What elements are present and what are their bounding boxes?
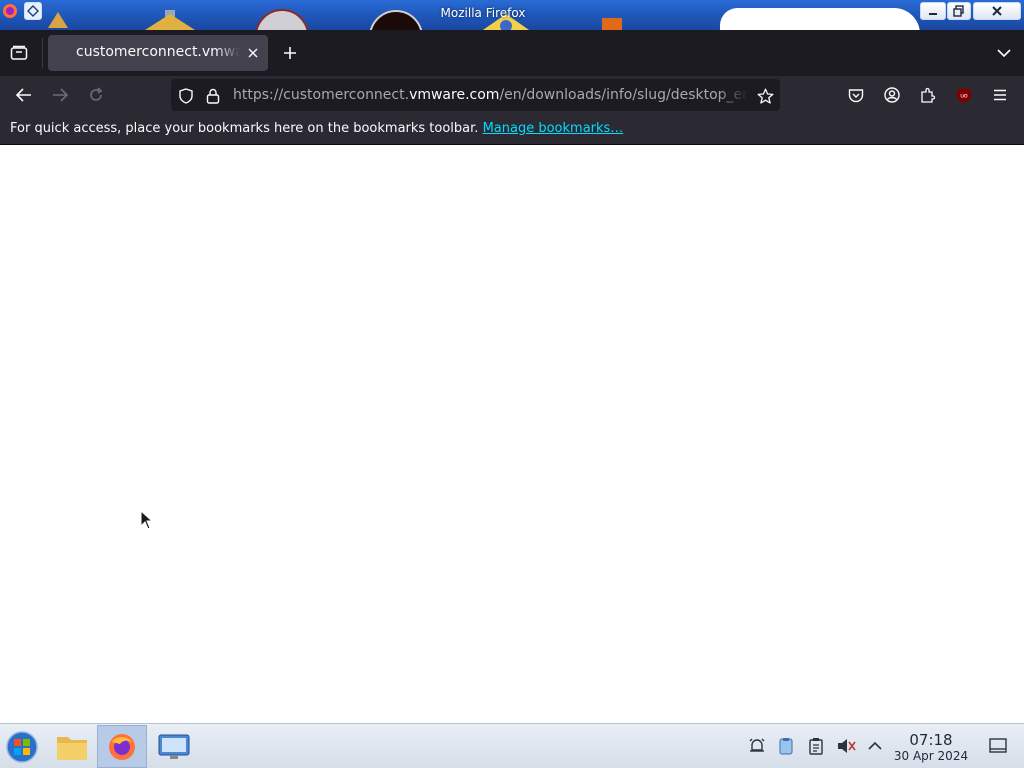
clipboard-tray-button[interactable] — [806, 736, 826, 756]
page-content — [0, 145, 1024, 723]
forward-button[interactable] — [48, 84, 72, 106]
firefox-icon — [109, 733, 135, 760]
url-scheme-subdomain: https://customerconnect. — [233, 87, 410, 103]
lock-icon — [206, 88, 220, 104]
bookmarks-toolbar: For quick access, place your bookmarks h… — [0, 114, 1024, 145]
mouse-cursor-icon — [140, 510, 154, 530]
maximize-button[interactable] — [947, 2, 971, 20]
notifications-tray-button[interactable] — [747, 736, 767, 756]
tab-separator — [42, 38, 43, 68]
taskbar-file-manager[interactable] — [47, 725, 97, 768]
chevron-up-icon — [868, 741, 882, 750]
restore-icon — [953, 5, 964, 17]
firefox-view-icon — [10, 45, 28, 60]
back-button[interactable] — [12, 84, 36, 106]
url-host: vmware.com — [409, 87, 500, 103]
pocket-button[interactable] — [845, 84, 867, 106]
reload-button[interactable] — [84, 84, 108, 106]
url-path: /en/downloads/info/slug/desktop_end_user… — [499, 87, 748, 103]
hamburger-menu-icon — [994, 89, 1006, 101]
desktop-icon — [989, 738, 1007, 753]
volume-tray-button[interactable] — [836, 736, 856, 756]
pocket-icon — [848, 88, 864, 102]
clipboard-package-icon — [779, 738, 793, 755]
star-icon — [757, 88, 773, 104]
window-title: Mozilla Firefox — [440, 6, 526, 20]
reload-icon — [90, 87, 103, 101]
speaker-muted-icon — [838, 739, 856, 753]
show-hidden-icons-button[interactable] — [865, 736, 885, 756]
folder-icon — [57, 736, 87, 760]
minimize-icon — [929, 13, 937, 15]
bookmarks-hint-text: For quick access, place your bookmarks h… — [10, 121, 479, 136]
tab-title: customerconnect.vmware.com/en/downloads/… — [76, 44, 240, 60]
taskbar-firefox[interactable] — [97, 725, 147, 768]
clipboard-icon — [809, 738, 823, 755]
new-tab-button[interactable] — [278, 42, 302, 64]
tab-strip: customerconnect.vmware.com/en/downloads/… — [0, 30, 1024, 76]
account-button[interactable] — [881, 84, 903, 106]
taskbar: 07:18 30 Apr 2024 — [0, 723, 1024, 768]
show-desktop-button[interactable] — [988, 736, 1008, 756]
window-titlebar: Mozilla Firefox — [0, 0, 1024, 30]
taskbar-clock[interactable]: 07:18 30 Apr 2024 — [888, 731, 974, 764]
site-security-button[interactable] — [204, 87, 222, 105]
app-menu-button[interactable] — [989, 84, 1011, 106]
svg-text:uo: uo — [960, 92, 968, 99]
updater-tray-button[interactable] — [776, 736, 796, 756]
close-icon — [992, 6, 1002, 16]
arrow-left-icon — [16, 88, 31, 102]
ublock-shield-icon: uo — [957, 87, 971, 103]
alarm-bell-icon — [749, 738, 765, 752]
account-icon — [884, 87, 900, 103]
manage-bookmarks-link[interactable]: Manage bookmarks… — [483, 121, 624, 136]
arrow-right-icon — [53, 88, 68, 102]
close-icon — [248, 48, 258, 58]
clock-time: 07:18 — [909, 731, 953, 749]
plus-icon — [284, 47, 296, 59]
puzzle-icon — [921, 87, 936, 103]
close-tab-button[interactable] — [244, 44, 262, 62]
bookmarks-empty-message: For quick access, place your bookmarks h… — [10, 121, 623, 136]
start-menu-button[interactable] — [0, 725, 44, 768]
tracking-protection-button[interactable] — [177, 87, 195, 105]
url-bar[interactable]: https://customerconnect.vmware.com/en/do… — [171, 79, 780, 111]
taskbar-system-settings[interactable] — [149, 725, 199, 768]
clock-date: 30 Apr 2024 — [893, 749, 969, 763]
chevron-down-icon — [997, 49, 1011, 58]
tab-customerconnect[interactable]: customerconnect.vmware.com/en/downloads/… — [48, 35, 268, 71]
minimize-button[interactable] — [920, 2, 946, 20]
extensions-button[interactable] — [917, 84, 939, 106]
close-window-button[interactable] — [973, 2, 1021, 20]
navigation-toolbar: https://customerconnect.vmware.com/en/do… — [0, 76, 1024, 114]
settings-monitor-icon — [158, 734, 190, 759]
ublock-origin-button[interactable]: uo — [953, 84, 975, 106]
list-all-tabs-button[interactable] — [992, 42, 1016, 64]
url-text[interactable]: https://customerconnect.vmware.com/en/do… — [233, 87, 748, 103]
firefox-view-button[interactable] — [6, 42, 32, 64]
shield-icon — [179, 88, 193, 104]
bookmark-star-button[interactable] — [755, 86, 775, 106]
start-orb-icon — [6, 730, 38, 763]
